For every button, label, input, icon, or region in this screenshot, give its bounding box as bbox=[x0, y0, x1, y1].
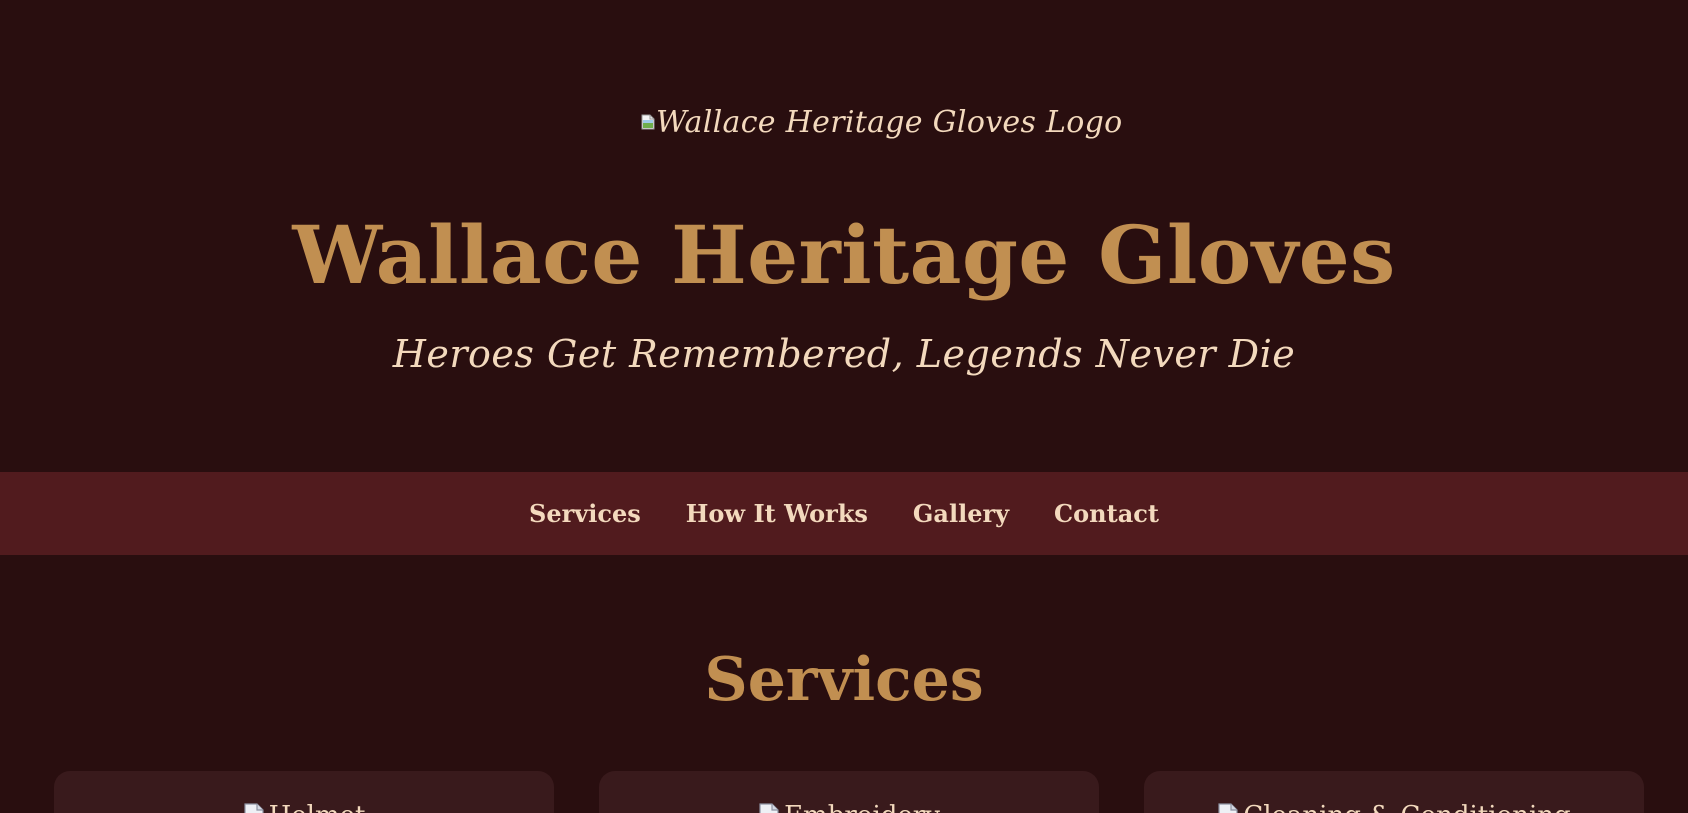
service-card-image-alt: Cleaning & Conditioning bbox=[1243, 801, 1570, 813]
nav-link-gallery[interactable]: Gallery bbox=[913, 499, 1009, 528]
broken-image-icon bbox=[1217, 803, 1239, 813]
site-tagline: Heroes Get Remembered, Legends Never Die bbox=[392, 332, 1296, 376]
service-card-image: Embroidery bbox=[599, 801, 1099, 813]
site-logo[interactable]: Wallace Heritage Gloves Logo bbox=[641, 100, 1122, 144]
service-card-image-alt: Embroidery bbox=[784, 801, 940, 813]
service-card-image: Cleaning & Conditioning bbox=[1144, 801, 1644, 813]
nav-link-services[interactable]: Services bbox=[529, 499, 641, 528]
site-title: Wallace Heritage Gloves bbox=[292, 208, 1396, 302]
site-header: Wallace Heritage Gloves Logo Wallace Her… bbox=[0, 0, 1688, 472]
service-card-image: Helmet bbox=[54, 801, 554, 813]
nav-link-contact[interactable]: Contact bbox=[1054, 499, 1159, 528]
services-heading: Services bbox=[704, 645, 984, 715]
broken-image-icon bbox=[758, 803, 780, 813]
main-nav: Services How It Works Gallery Contact bbox=[0, 472, 1688, 555]
service-card-image-alt: Helmet bbox=[269, 801, 366, 813]
service-card: Cleaning & Conditioning bbox=[1144, 771, 1644, 813]
nav-link-how-it-works[interactable]: How It Works bbox=[686, 499, 868, 528]
broken-image-icon bbox=[243, 803, 265, 813]
service-card: Embroidery bbox=[599, 771, 1099, 813]
broken-image-icon bbox=[641, 114, 655, 130]
service-card: Helmet bbox=[54, 771, 554, 813]
logo-alt-text: Wallace Heritage Gloves Logo bbox=[656, 104, 1123, 140]
